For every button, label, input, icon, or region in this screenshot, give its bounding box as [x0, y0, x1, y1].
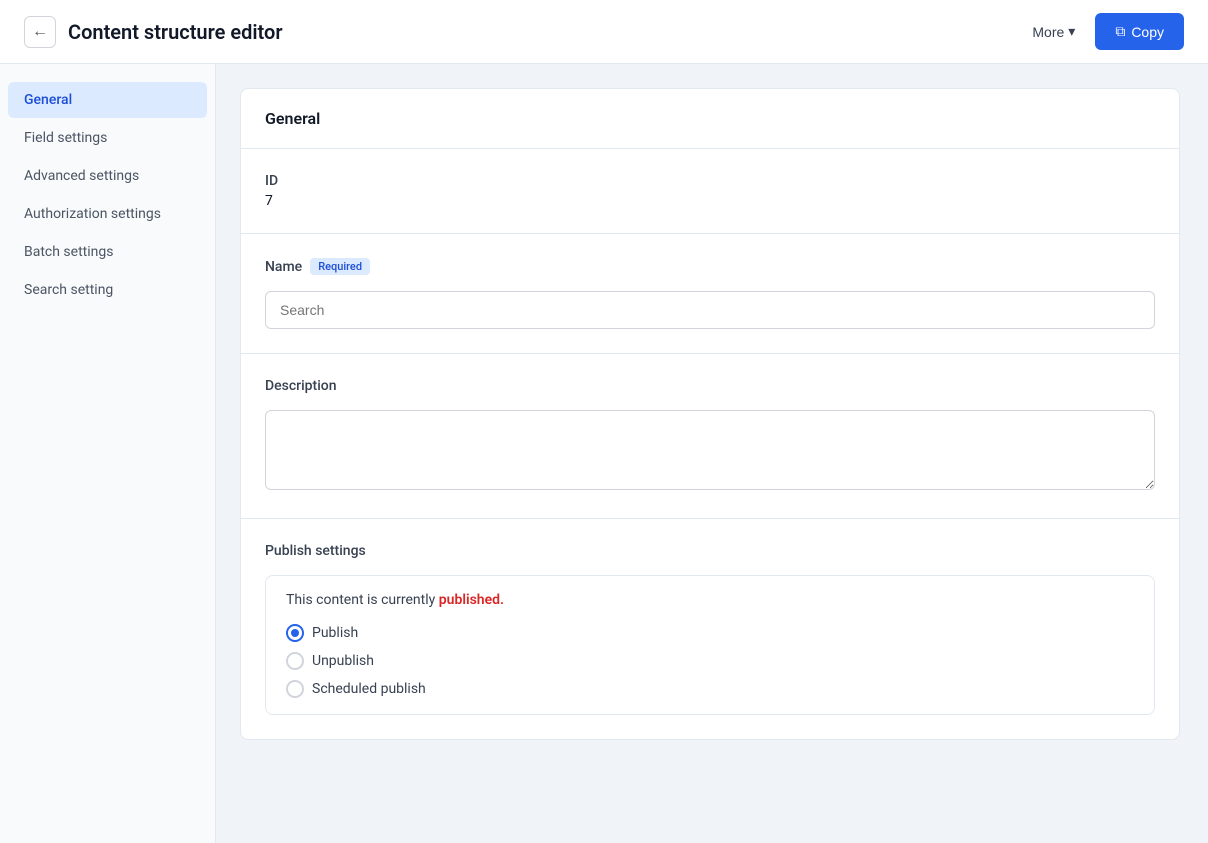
radio-circle-unpublish [286, 652, 304, 670]
publish-status-text: This content is currently published. [286, 592, 1134, 608]
radio-circle-scheduled-publish [286, 680, 304, 698]
sidebar-item-search-setting[interactable]: Search setting [8, 272, 207, 308]
header-actions: More ▾ ⧉ Copy [1020, 13, 1184, 50]
publish-status-prefix: This content is currently [286, 592, 439, 608]
radio-label-publish: Publish [312, 625, 358, 641]
section-header-general: General [241, 89, 1179, 149]
radio-item-publish[interactable]: Publish [286, 624, 1134, 642]
sidebar-item-label: Authorization settings [24, 206, 161, 222]
header: ← Content structure editor More ▾ ⧉ Copy [0, 0, 1208, 64]
copy-button[interactable]: ⧉ Copy [1095, 13, 1184, 50]
radio-item-unpublish[interactable]: Unpublish [286, 652, 1134, 670]
radio-label-scheduled-publish: Scheduled publish [312, 681, 426, 697]
page-title: Content structure editor [68, 20, 283, 44]
sidebar-item-label: Batch settings [24, 244, 113, 260]
publish-box: This content is currently published. Pub… [265, 575, 1155, 715]
sidebar-item-general[interactable]: General [8, 82, 207, 118]
chevron-down-icon: ▾ [1068, 23, 1075, 40]
more-button[interactable]: More ▾ [1020, 15, 1087, 48]
content-card: General ID 7 Name Required Description [240, 88, 1180, 740]
radio-circle-publish [286, 624, 304, 642]
radio-item-scheduled-publish[interactable]: Scheduled publish [286, 680, 1134, 698]
sidebar-item-label: Advanced settings [24, 168, 139, 184]
publish-settings-section: Publish settings This content is current… [241, 519, 1179, 739]
id-label: ID [265, 173, 1155, 189]
radio-group-publish: Publish Unpublish Scheduled publish [286, 624, 1134, 698]
sidebar-item-advanced-settings[interactable]: Advanced settings [8, 158, 207, 194]
layout: General Field settings Advanced settings… [0, 64, 1208, 843]
main-content: General ID 7 Name Required Description [216, 64, 1208, 843]
id-field-section: ID 7 [241, 149, 1179, 234]
back-icon: ← [32, 23, 48, 41]
name-field-section: Name Required [241, 234, 1179, 354]
sidebar: General Field settings Advanced settings… [0, 64, 216, 843]
description-label: Description [265, 378, 1155, 394]
sidebar-item-label: Field settings [24, 130, 107, 146]
back-button[interactable]: ← [24, 16, 56, 48]
sidebar-item-label: General [24, 92, 72, 108]
publish-status-word: published. [439, 592, 504, 608]
copy-label: Copy [1131, 24, 1164, 40]
name-label-text: Name [265, 259, 302, 275]
sidebar-item-field-settings[interactable]: Field settings [8, 120, 207, 156]
sidebar-item-label: Search setting [24, 282, 113, 298]
more-label: More [1032, 24, 1064, 40]
name-label: Name Required [265, 258, 1155, 275]
description-field-section: Description [241, 354, 1179, 519]
publish-section-title: Publish settings [265, 543, 1155, 559]
description-textarea[interactable] [265, 410, 1155, 490]
radio-label-unpublish: Unpublish [312, 653, 374, 669]
copy-icon: ⧉ [1115, 23, 1125, 40]
header-left: ← Content structure editor [24, 16, 283, 48]
required-badge: Required [310, 258, 370, 275]
sidebar-item-authorization-settings[interactable]: Authorization settings [8, 196, 207, 232]
section-title-general: General [265, 109, 320, 128]
id-value: 7 [265, 193, 1155, 209]
name-input[interactable] [265, 291, 1155, 329]
sidebar-item-batch-settings[interactable]: Batch settings [8, 234, 207, 270]
